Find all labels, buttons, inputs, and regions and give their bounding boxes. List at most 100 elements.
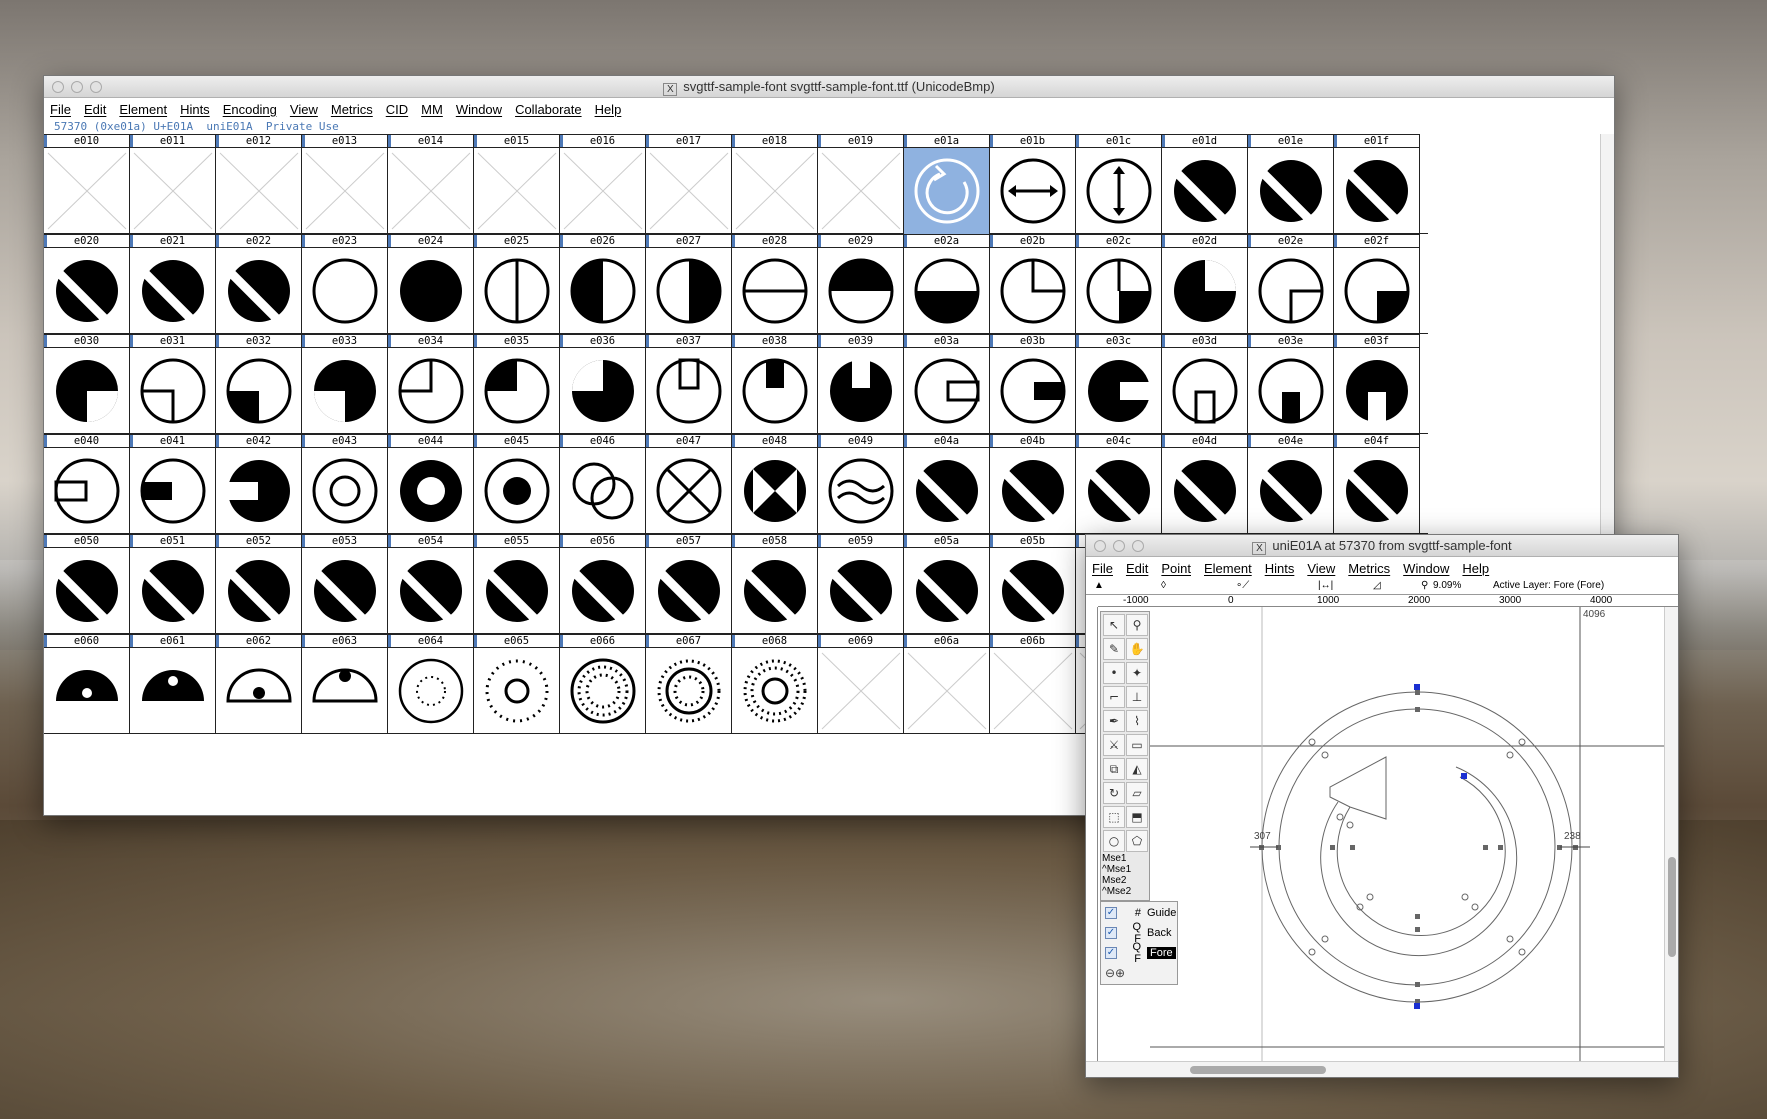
3d-rotate-tool[interactable]: ⬚ [1103,806,1125,828]
glyph-vertical-scrollbar[interactable] [1664,607,1678,1061]
menu-edit[interactable]: Edit [84,102,106,117]
glyph-cell-e051[interactable]: e051 [130,534,216,634]
glyph-cell-e018[interactable]: e018 [732,134,818,234]
glyph-cell-e02a[interactable]: e02a [904,234,990,334]
hv-curve-tool[interactable]: ✦ [1126,662,1148,684]
glyph-cell-e027[interactable]: e027 [646,234,732,334]
glyph-cell-e045[interactable]: e045 [474,434,560,534]
glyph-cell-e050[interactable]: e050 [44,534,130,634]
menu-view[interactable]: View [290,102,318,117]
glyph-cell-e03f[interactable]: e03f [1334,334,1420,434]
glyph-canvas[interactable]: 4096 307 238 [1150,607,1666,1063]
glyph-cell-e015[interactable]: e015 [474,134,560,234]
glyph-cell-e04e[interactable]: e04e [1248,434,1334,534]
close-button[interactable] [52,81,64,93]
menu-help[interactable]: Help [595,102,622,117]
glyph-cell-e053[interactable]: e053 [302,534,388,634]
glyph-cell-e02f[interactable]: e02f [1334,234,1420,334]
flip-tool[interactable]: ◭ [1126,758,1148,780]
glyph-cell-e06a[interactable]: e06a [904,634,990,734]
glyph-cell-e03a[interactable]: e03a [904,334,990,434]
glyph-cell-e03b[interactable]: e03b [990,334,1076,434]
visibility-checkbox[interactable]: ✓ [1105,927,1117,939]
glyph-cell-e01d[interactable]: e01d [1162,134,1248,234]
menu-window[interactable]: Window [1403,561,1449,576]
add-remove-layer-icon[interactable]: ⊖⊕ [1105,966,1125,980]
glyph-cell-e060[interactable]: e060 [44,634,130,734]
menu-collaborate[interactable]: Collaborate [515,102,582,117]
menu-element[interactable]: Element [119,102,167,117]
skew-tool[interactable]: ▱ [1126,782,1148,804]
font-window-titlebar[interactable]: Xsvgttf-sample-font svgttf-sample-font.t… [44,76,1614,98]
scale-tool[interactable]: ⧉ [1103,758,1125,780]
layer-row-guide[interactable]: ✓ # Guide [1105,904,1176,922]
glyph-cell-e064[interactable]: e064 [388,634,474,734]
glyph-cell-e01b[interactable]: e01b [990,134,1076,234]
zoom-button[interactable] [90,81,102,93]
menu-cid[interactable]: CID [386,102,408,117]
menu-element[interactable]: Element [1204,561,1252,576]
ellipse-tool[interactable]: ○ [1103,830,1125,852]
glyph-cell-e047[interactable]: e047 [646,434,732,534]
glyph-minimize-button[interactable] [1113,540,1125,552]
glyph-cell-e055[interactable]: e055 [474,534,560,634]
rotate-tool[interactable]: ↻ [1103,782,1125,804]
glyph-horizontal-scrollbar[interactable] [1086,1061,1678,1077]
menu-window[interactable]: Window [456,102,502,117]
glyph-cell-e033[interactable]: e033 [302,334,388,434]
glyph-cell-e066[interactable]: e066 [560,634,646,734]
glyph-cell-e01c[interactable]: e01c [1076,134,1162,234]
glyph-cell-e037[interactable]: e037 [646,334,732,434]
hand-tool[interactable]: ✋ [1126,638,1148,660]
glyph-cell-e062[interactable]: e062 [216,634,302,734]
layer-add-remove-buttons[interactable]: ⊖⊕ [1105,964,1125,982]
glyph-cell-e020[interactable]: e020 [44,234,130,334]
glyph-cell-e03c[interactable]: e03c [1076,334,1162,434]
glyph-cell-e028[interactable]: e028 [732,234,818,334]
glyph-cell-e06b[interactable]: e06b [990,634,1076,734]
glyph-cell-e05a[interactable]: e05a [904,534,990,634]
pointer-tool[interactable]: ↖ [1103,614,1125,636]
glyph-zoom-button[interactable] [1132,540,1144,552]
glyph-cell-e014[interactable]: e014 [388,134,474,234]
glyph-cell-e040[interactable]: e040 [44,434,130,534]
glyph-cell-e03d[interactable]: e03d [1162,334,1248,434]
glyph-cell-e031[interactable]: e031 [130,334,216,434]
glyph-cell-e034[interactable]: e034 [388,334,474,434]
menu-metrics[interactable]: Metrics [331,102,373,117]
curve-point-tool[interactable]: • [1103,662,1125,684]
glyph-cell-e024[interactable]: e024 [388,234,474,334]
perspective-tool[interactable]: ⬒ [1126,806,1148,828]
visibility-checkbox[interactable]: ✓ [1105,907,1117,919]
glyph-cell-e02b[interactable]: e02b [990,234,1076,334]
ruler-tool[interactable]: ▭ [1126,734,1148,756]
menu-file[interactable]: File [50,102,71,117]
knife-tool[interactable]: ⚔ [1103,734,1125,756]
glyph-cell-e038[interactable]: e038 [732,334,818,434]
glyph-cell-e016[interactable]: e016 [560,134,646,234]
glyph-cell-e01f[interactable]: e01f [1334,134,1420,234]
glyph-cell-e049[interactable]: e049 [818,434,904,534]
glyph-cell-e012[interactable]: e012 [216,134,302,234]
glyph-cell-e048[interactable]: e048 [732,434,818,534]
glyph-cell-e021[interactable]: e021 [130,234,216,334]
glyph-cell-e023[interactable]: e023 [302,234,388,334]
glyph-cell-e02c[interactable]: e02c [1076,234,1162,334]
visibility-checkbox[interactable]: ✓ [1105,947,1117,959]
glyph-cell-e032[interactable]: e032 [216,334,302,434]
menu-hints[interactable]: Hints [180,102,210,117]
glyph-cell-e022[interactable]: e022 [216,234,302,334]
menu-edit[interactable]: Edit [1126,561,1148,576]
polygon-tool[interactable]: ⬠ [1126,830,1148,852]
menu-encoding[interactable]: Encoding [223,102,277,117]
glyph-cell-e035[interactable]: e035 [474,334,560,434]
glyph-close-button[interactable] [1094,540,1106,552]
glyph-cell-e046[interactable]: e046 [560,434,646,534]
glyph-cell-e058[interactable]: e058 [732,534,818,634]
glyph-cell-e067[interactable]: e067 [646,634,732,734]
menu-metrics[interactable]: Metrics [1348,561,1390,576]
magnify-tool[interactable]: ⚲ [1126,614,1148,636]
glyph-cell-e065[interactable]: e065 [474,634,560,734]
glyph-cell-e041[interactable]: e041 [130,434,216,534]
menu-mm[interactable]: MM [421,102,443,117]
